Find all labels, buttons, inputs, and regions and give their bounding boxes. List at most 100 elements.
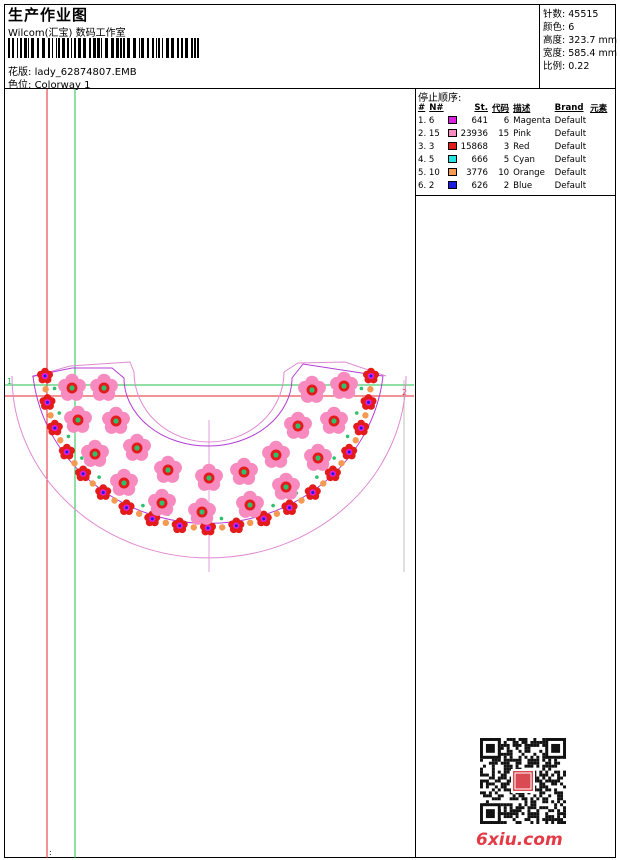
qr-module: [542, 738, 546, 741]
qr-module: [506, 815, 510, 819]
pink-flower: [262, 440, 290, 468]
leaf-dot: [345, 434, 350, 439]
qr-module: [515, 758, 519, 762]
leaf-dot: [332, 456, 336, 460]
qr-module: [515, 746, 519, 750]
pink-flower: [81, 439, 109, 467]
flower-motifs: [58, 371, 358, 525]
qr-module: [530, 821, 534, 824]
qr-module: [530, 761, 534, 765]
qr-module: [494, 779, 498, 783]
qr-module: [491, 788, 495, 792]
qr-module: [530, 755, 534, 759]
qr-module: [539, 770, 543, 774]
qr-module: [545, 812, 549, 816]
qr-module: [536, 809, 540, 813]
qr-module: [512, 809, 516, 813]
pink-flower: [148, 488, 176, 516]
qr-module: [542, 752, 546, 756]
qr-module: [539, 740, 543, 744]
qr-module: [557, 791, 561, 795]
qr-module: [536, 779, 540, 783]
qr-module: [518, 803, 522, 807]
qr-module: [548, 818, 552, 822]
orange-bead: [338, 459, 345, 467]
qr-module: [551, 773, 555, 777]
qr-module: [521, 794, 525, 798]
qr-module: [554, 761, 558, 765]
qr-module: [542, 818, 546, 822]
qr-module: [548, 809, 552, 813]
qr-module: [506, 764, 510, 768]
qr-module: [500, 794, 504, 798]
qr-module: [563, 812, 566, 816]
orange-bead: [320, 480, 327, 487]
qr-module: [533, 794, 537, 798]
qr-module: [482, 791, 486, 795]
qr-module: [560, 776, 564, 780]
qr-module: [482, 794, 486, 798]
qr-module: [527, 818, 531, 822]
qr-module: [521, 806, 525, 810]
qr-module: [503, 821, 507, 824]
qr-module: [512, 743, 516, 747]
qr-module: [512, 812, 516, 816]
qr-module: [542, 791, 546, 795]
qr-module: [542, 782, 546, 786]
qr-module: [503, 758, 507, 762]
pink-flower: [320, 406, 348, 434]
leaf-dot: [141, 503, 145, 508]
qr-code: [480, 738, 566, 824]
qr-module: [515, 797, 519, 801]
qr-module: [515, 761, 519, 765]
qr-module: [509, 758, 513, 762]
qr-module: [533, 752, 537, 756]
qr-module: [554, 764, 558, 768]
qr-module: [548, 767, 552, 771]
qr-module: [500, 761, 504, 765]
qr-module: [527, 764, 531, 768]
qr-module: [536, 758, 540, 762]
qr-module: [503, 812, 507, 816]
leaf-dot: [271, 503, 275, 508]
qr-module: [524, 800, 528, 804]
qr-module: [503, 782, 507, 786]
qr-module: [563, 800, 566, 804]
qr-module: [560, 821, 564, 824]
qr-module: [485, 785, 489, 789]
qr-module: [542, 743, 546, 747]
qr-module: [503, 752, 507, 756]
qr-module: [530, 815, 534, 819]
pink-flower: [230, 457, 258, 485]
qr-module: [542, 767, 546, 771]
leaf-dot: [359, 386, 364, 391]
leaf-dot: [354, 411, 359, 415]
qr-module: [503, 740, 507, 744]
qr-module: [533, 758, 537, 762]
qr-module: [557, 821, 561, 824]
qr-module: [536, 776, 540, 780]
orange-bead: [273, 510, 281, 517]
qr-module: [548, 779, 552, 783]
qr-module: [554, 779, 558, 783]
qr-module: [533, 800, 537, 804]
qr-module: [542, 806, 546, 810]
qr-module: [533, 743, 537, 747]
qr-module: [480, 779, 483, 783]
qr-module: [488, 782, 492, 786]
qr-module: [480, 791, 483, 795]
qr-module: [521, 740, 525, 744]
qr-module: [557, 809, 561, 813]
qr-module: [557, 797, 561, 801]
qr-module: [524, 764, 528, 768]
qr-module: [539, 782, 543, 786]
qr-module: [536, 764, 540, 768]
qr-module: [557, 818, 561, 822]
red-flower: [171, 517, 188, 534]
qr-module: [503, 788, 507, 792]
qr-module: [545, 779, 549, 783]
orange-bead: [219, 524, 226, 531]
qr-module: [503, 767, 507, 771]
qr-module: [503, 809, 507, 813]
qr-module: [503, 803, 507, 807]
